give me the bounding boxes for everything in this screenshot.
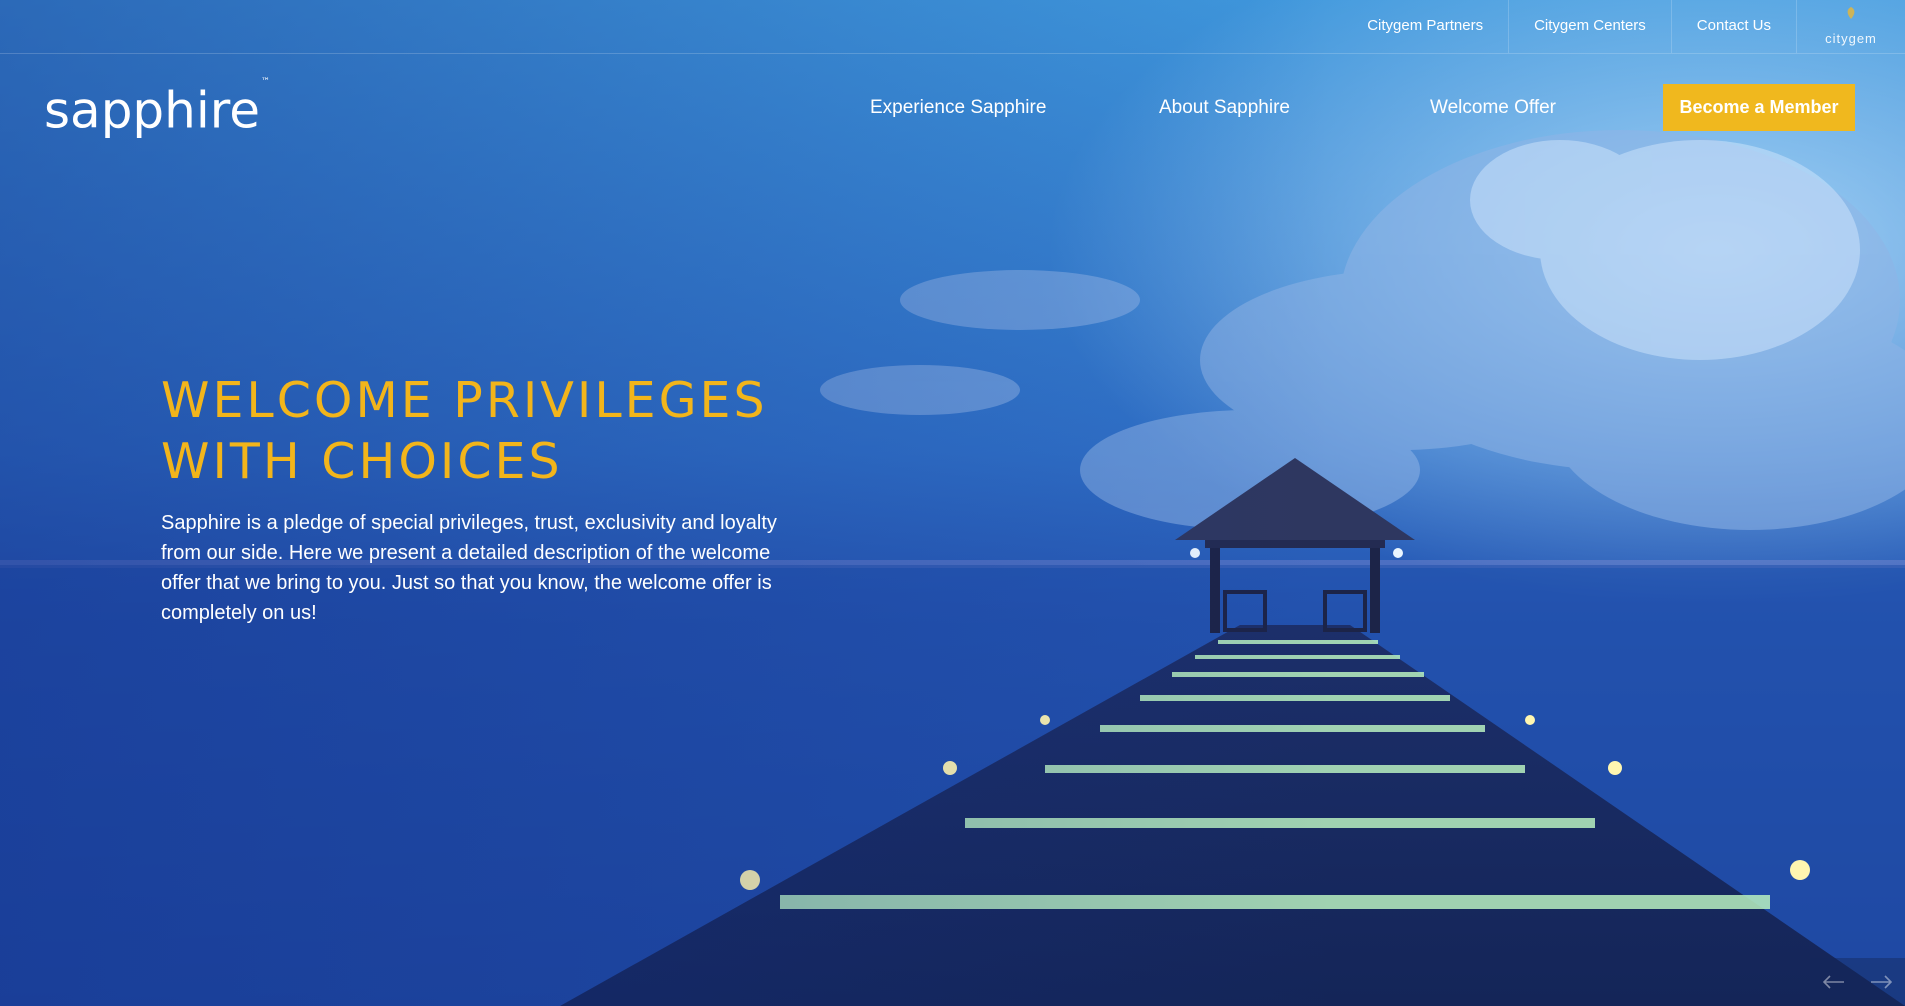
arrow-left-icon <box>1822 975 1844 989</box>
hero-background-image <box>0 0 1905 1006</box>
nav-about-sapphire[interactable]: About Sapphire <box>1159 84 1290 132</box>
utility-bar: Citygem Partners Citygem Centers Contact… <box>0 0 1905 54</box>
nav-experience-sapphire[interactable]: Experience Sapphire <box>870 84 1046 132</box>
arrow-right-icon <box>1871 975 1893 989</box>
slider-next-button[interactable] <box>1858 958 1905 1006</box>
citygem-leaf-icon <box>1847 7 1855 19</box>
citygem-logo-link[interactable]: citygem <box>1797 0 1905 53</box>
citygem-logo-text: citygem <box>1825 31 1877 46</box>
become-member-button[interactable]: Become a Member <box>1663 84 1855 131</box>
util-link-citygem-centers[interactable]: Citygem Centers <box>1509 0 1672 53</box>
hero-title: WELCOME PRIVILEGES WITH CHOICES <box>161 370 861 492</box>
util-link-citygem-partners[interactable]: Citygem Partners <box>1342 0 1510 53</box>
utility-links: Citygem Partners Citygem Centers Contact… <box>1342 0 1905 53</box>
slider-controls <box>1810 958 1905 1006</box>
hero-description: Sapphire is a pledge of special privileg… <box>161 512 777 624</box>
hero-title-line-2: WITH CHOICES <box>161 433 563 490</box>
main-nav: Experience Sapphire About Sapphire Welco… <box>0 84 1905 132</box>
slider-prev-button[interactable] <box>1810 958 1858 1006</box>
hero-title-line-1: WELCOME PRIVILEGES <box>161 372 768 429</box>
nav-welcome-offer[interactable]: Welcome Offer <box>1430 84 1556 132</box>
util-link-contact-us[interactable]: Contact Us <box>1672 0 1797 53</box>
